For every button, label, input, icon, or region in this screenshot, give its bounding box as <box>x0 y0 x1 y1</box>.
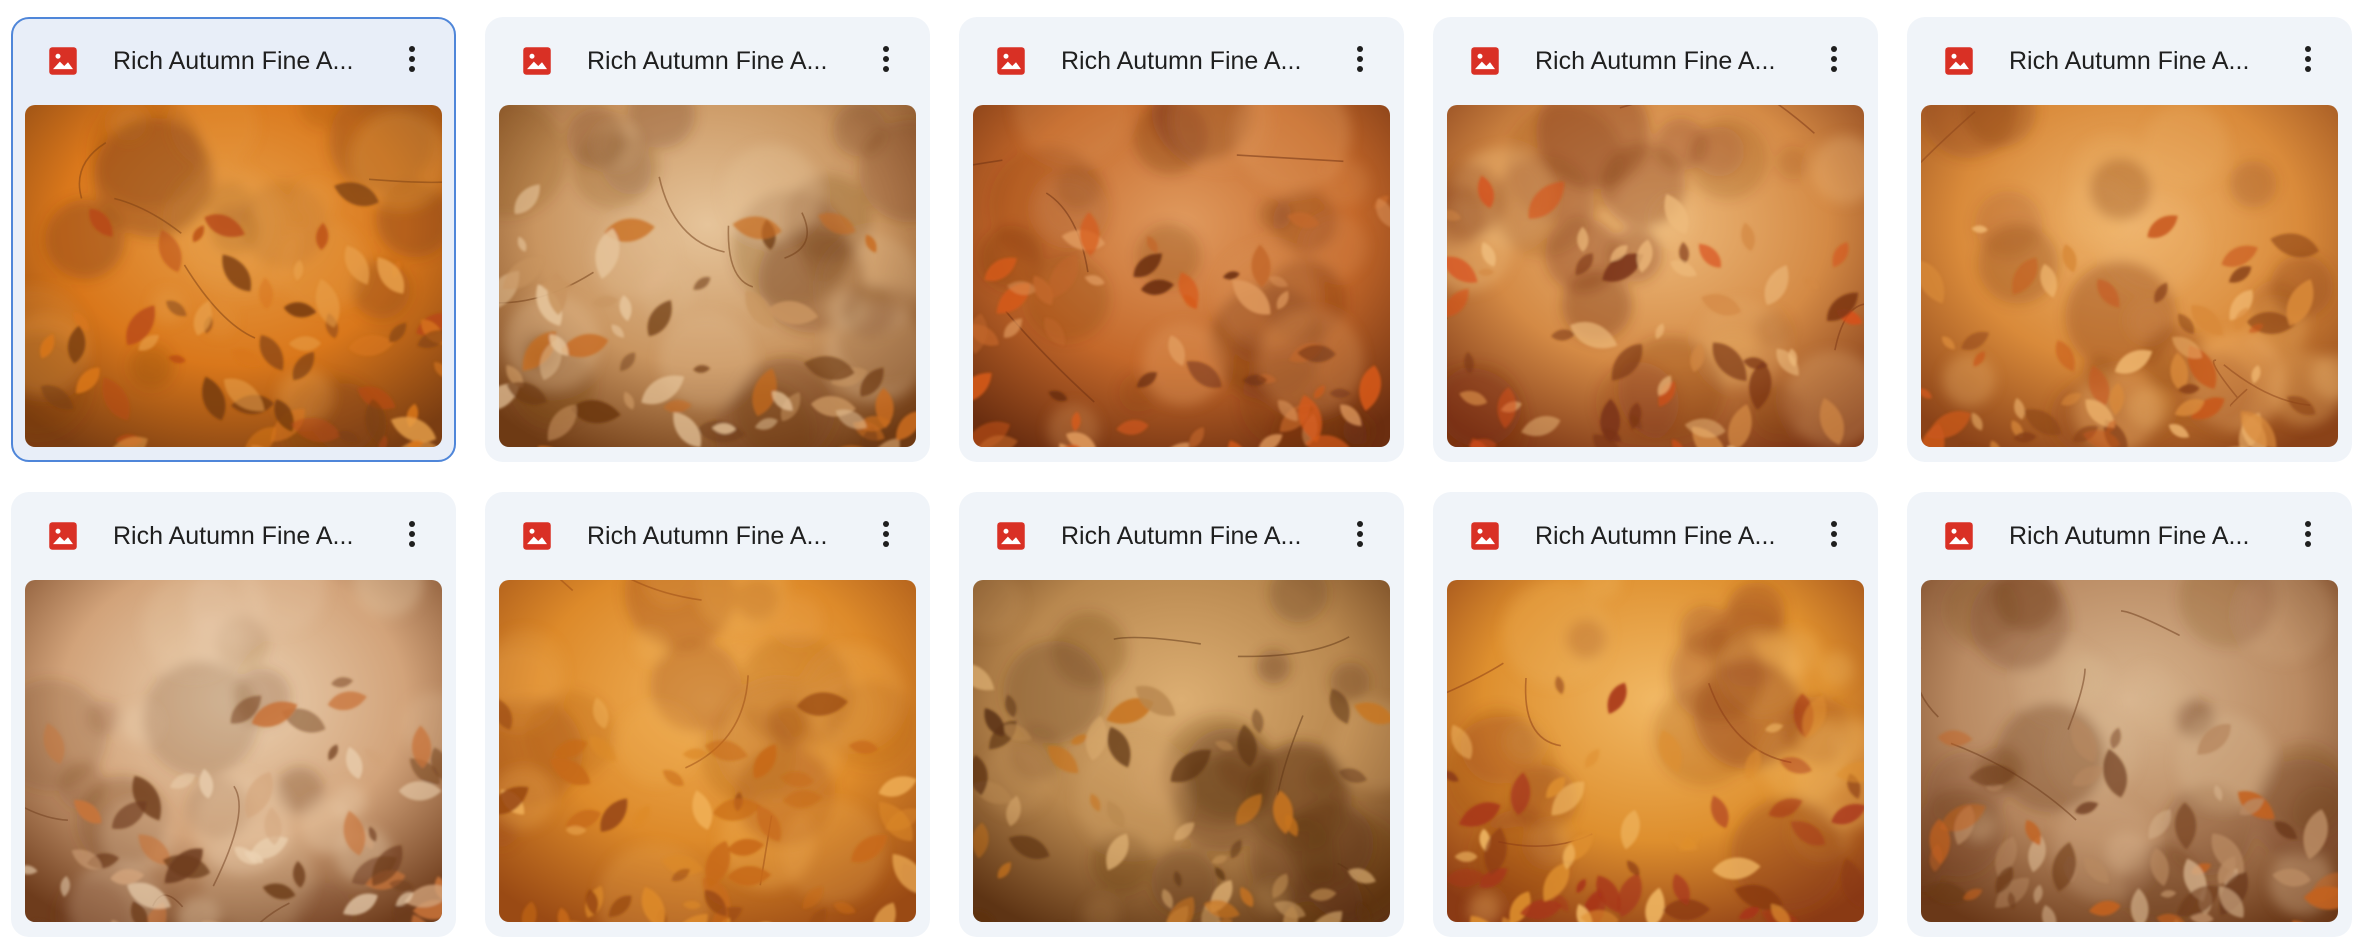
image-file-icon <box>522 521 552 551</box>
more-vert-icon <box>408 45 416 78</box>
file-thumbnail[interactable] <box>973 105 1390 447</box>
more-actions-button[interactable] <box>1338 514 1382 558</box>
file-thumbnail[interactable] <box>499 580 916 922</box>
file-card[interactable]: Rich Autumn Fine A... <box>959 492 1404 937</box>
image-file-icon <box>1470 46 1500 76</box>
image-file-icon <box>48 521 78 551</box>
more-vert-icon <box>1356 520 1364 553</box>
file-thumbnail[interactable] <box>499 105 916 447</box>
file-thumbnail[interactable] <box>1447 105 1864 447</box>
file-card-header: Rich Autumn Fine A... <box>13 494 454 580</box>
file-card-header: Rich Autumn Fine A... <box>487 494 928 580</box>
more-vert-icon <box>1356 45 1364 78</box>
file-card-header: Rich Autumn Fine A... <box>1909 494 2350 580</box>
file-card[interactable]: Rich Autumn Fine A... <box>1433 492 1878 937</box>
more-vert-icon <box>1830 520 1838 553</box>
file-name: Rich Autumn Fine A... <box>113 522 354 550</box>
file-card-header: Rich Autumn Fine A... <box>1435 19 1876 105</box>
file-thumbnail[interactable] <box>1921 105 2338 447</box>
more-actions-button[interactable] <box>2286 39 2330 83</box>
file-card-header: Rich Autumn Fine A... <box>487 19 928 105</box>
more-actions-button[interactable] <box>390 39 434 83</box>
more-vert-icon <box>882 45 890 78</box>
more-actions-button[interactable] <box>2286 514 2330 558</box>
file-name: Rich Autumn Fine A... <box>1061 47 1302 75</box>
file-card[interactable]: Rich Autumn Fine A... <box>11 492 456 937</box>
more-vert-icon <box>2304 45 2312 78</box>
file-card[interactable]: Rich Autumn Fine A... <box>11 17 456 462</box>
image-file-icon <box>996 521 1026 551</box>
file-card[interactable]: Rich Autumn Fine A... <box>485 17 930 462</box>
file-card-header: Rich Autumn Fine A... <box>13 19 454 105</box>
image-file-icon <box>522 46 552 76</box>
more-actions-button[interactable] <box>864 39 908 83</box>
file-name: Rich Autumn Fine A... <box>2009 47 2250 75</box>
file-card-header: Rich Autumn Fine A... <box>961 494 1402 580</box>
more-actions-button[interactable] <box>1338 39 1382 83</box>
file-thumbnail[interactable] <box>1447 580 1864 922</box>
file-card-header: Rich Autumn Fine A... <box>961 19 1402 105</box>
file-card[interactable]: Rich Autumn Fine A... <box>485 492 930 937</box>
file-name: Rich Autumn Fine A... <box>587 522 828 550</box>
image-file-icon <box>1470 521 1500 551</box>
file-card-header: Rich Autumn Fine A... <box>1435 494 1876 580</box>
file-card[interactable]: Rich Autumn Fine A... <box>1907 17 2352 462</box>
file-name: Rich Autumn Fine A... <box>113 47 354 75</box>
file-card-header: Rich Autumn Fine A... <box>1909 19 2350 105</box>
more-vert-icon <box>1830 45 1838 78</box>
more-actions-button[interactable] <box>1812 39 1856 83</box>
file-name: Rich Autumn Fine A... <box>587 47 828 75</box>
file-thumbnail[interactable] <box>973 580 1390 922</box>
file-thumbnail[interactable] <box>25 105 442 447</box>
more-vert-icon <box>882 520 890 553</box>
more-actions-button[interactable] <box>390 514 434 558</box>
more-actions-button[interactable] <box>864 514 908 558</box>
file-name: Rich Autumn Fine A... <box>1061 522 1302 550</box>
file-thumbnail[interactable] <box>25 580 442 922</box>
image-file-icon <box>1944 521 1974 551</box>
file-name: Rich Autumn Fine A... <box>1535 522 1776 550</box>
file-thumbnail[interactable] <box>1921 580 2338 922</box>
file-name: Rich Autumn Fine A... <box>1535 47 1776 75</box>
more-vert-icon <box>408 520 416 553</box>
image-file-icon <box>1944 46 1974 76</box>
file-grid: Rich Autumn Fine A... Rich Autumn Fine A… <box>11 17 2352 937</box>
file-card[interactable]: Rich Autumn Fine A... <box>1907 492 2352 937</box>
file-card[interactable]: Rich Autumn Fine A... <box>959 17 1404 462</box>
image-file-icon <box>48 46 78 76</box>
file-name: Rich Autumn Fine A... <box>2009 522 2250 550</box>
more-actions-button[interactable] <box>1812 514 1856 558</box>
file-card[interactable]: Rich Autumn Fine A... <box>1433 17 1878 462</box>
more-vert-icon <box>2304 520 2312 553</box>
image-file-icon <box>996 46 1026 76</box>
